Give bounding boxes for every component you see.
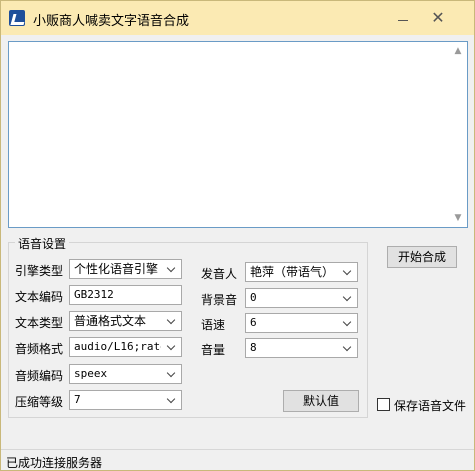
speed-select[interactable]: 6: [245, 313, 358, 333]
minimize-icon[interactable]: [389, 7, 417, 29]
audio-encoding-value: speex: [74, 367, 108, 380]
text-input-area[interactable]: ▲ ▼: [8, 41, 468, 228]
app-logo-icon: [9, 10, 25, 26]
text-encoding-select[interactable]: GB2312: [69, 285, 182, 305]
voice-settings-legend: 语音设置: [15, 235, 70, 252]
save-audio-label[interactable]: 保存语音文件: [394, 397, 466, 414]
chevron-down-icon[interactable]: [339, 314, 357, 332]
engine-type-select[interactable]: 个性化语音引擎: [69, 259, 182, 279]
chevron-down-icon[interactable]: [339, 263, 357, 281]
background-sound-label: 背景音: [201, 293, 238, 307]
compression-level-value: 7: [74, 393, 81, 406]
chevron-down-icon[interactable]: [163, 312, 181, 330]
speed-value: 6: [250, 316, 257, 329]
volume-select[interactable]: 8: [245, 338, 358, 358]
engine-type-label: 引擎类型: [15, 264, 64, 278]
save-audio-checkbox[interactable]: [377, 398, 390, 411]
audio-encoding-select[interactable]: speex: [69, 364, 182, 384]
speaker-label: 发音人: [201, 267, 238, 281]
status-text: 已成功连接服务器: [6, 456, 103, 470]
audio-format-select[interactable]: audio/L16;rate=: [69, 337, 182, 357]
start-synthesis-button[interactable]: 开始合成: [387, 246, 457, 268]
background-sound-value: 0: [250, 291, 257, 304]
scroll-up-icon[interactable]: ▲: [451, 44, 465, 58]
speed-label: 语速: [201, 318, 226, 332]
chevron-down-icon[interactable]: [163, 391, 181, 409]
chevron-down-icon[interactable]: [163, 338, 181, 356]
app-window: 小贩商人喊卖文字语音合成 ✕ ▲ ▼ 语音设置 引擎类型 个性化语音引擎 文本编…: [0, 0, 475, 471]
title-bar: 小贩商人喊卖文字语音合成 ✕: [1, 1, 474, 35]
chevron-down-icon[interactable]: [163, 365, 181, 383]
compression-level-label: 压缩等级: [15, 395, 64, 409]
volume-value: 8: [250, 341, 257, 354]
text-encoding-value: GB2312: [74, 288, 114, 301]
default-values-button[interactable]: 默认值: [283, 390, 359, 412]
chevron-down-icon[interactable]: [339, 339, 357, 357]
status-bar: 已成功连接服务器: [1, 449, 474, 471]
background-sound-select[interactable]: 0: [245, 288, 358, 308]
text-encoding-label: 文本编码: [15, 290, 64, 304]
text-type-value: 普通格式文本: [74, 314, 147, 328]
volume-label: 音量: [201, 343, 226, 357]
text-type-label: 文本类型: [15, 316, 64, 330]
speaker-select[interactable]: 艳萍（带语气）: [245, 262, 358, 282]
close-icon[interactable]: ✕: [424, 7, 452, 29]
window-title: 小贩商人喊卖文字语音合成: [33, 14, 190, 29]
speaker-value: 艳萍（带语气）: [250, 265, 335, 279]
chevron-down-icon[interactable]: [339, 289, 357, 307]
chevron-down-icon[interactable]: [163, 260, 181, 278]
engine-type-value: 个性化语音引擎: [74, 262, 159, 276]
text-type-select[interactable]: 普通格式文本: [69, 311, 182, 331]
audio-format-value: audio/L16;rate=: [74, 340, 161, 353]
audio-encoding-label: 音频编码: [15, 369, 64, 383]
compression-level-select[interactable]: 7: [69, 390, 182, 410]
scroll-down-icon[interactable]: ▼: [451, 211, 465, 225]
audio-format-label: 音频格式: [15, 342, 64, 356]
text-input[interactable]: [9, 42, 467, 227]
